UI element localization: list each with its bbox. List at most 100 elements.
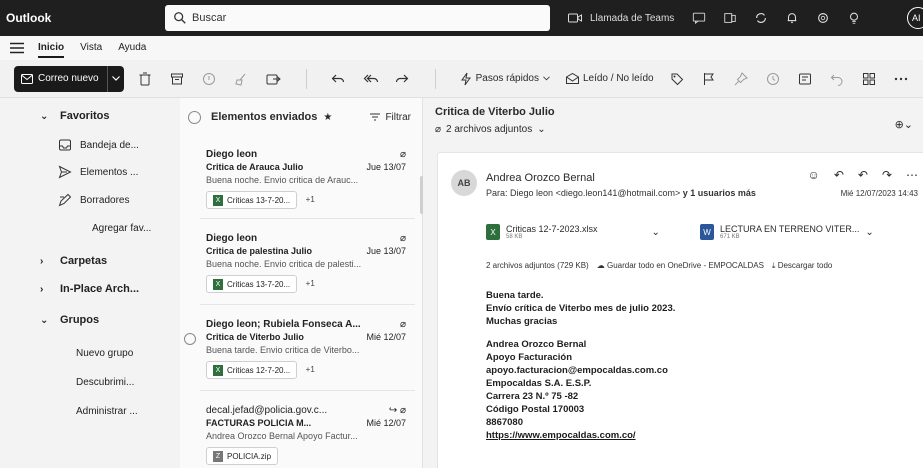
to-prefix: Para:	[486, 188, 508, 198]
excel-icon: X	[213, 364, 223, 376]
zip-icon: Z	[213, 450, 223, 462]
reply-all-icon[interactable]: ↶	[858, 168, 868, 182]
quick-steps-button[interactable]: Pasos rápidos	[460, 72, 550, 86]
signature-line: Empocaldas S.A. E.S.P.	[486, 378, 592, 389]
tag-icon[interactable]	[670, 71, 686, 87]
star-icon[interactable]: ★	[323, 112, 332, 123]
lightbulb-icon[interactable]	[847, 11, 861, 25]
discover-groups-link[interactable]: Descubrimi...	[0, 377, 134, 388]
groups-section[interactable]: ⌄ Grupos	[0, 314, 99, 326]
more-attachments[interactable]: +1	[306, 195, 315, 204]
teams-icon[interactable]	[723, 11, 737, 25]
new-mail-main[interactable]: Correo nuevo	[14, 65, 108, 92]
folder-label: Elementos ...	[80, 166, 139, 178]
new-mail-button[interactable]: Correo nuevo	[14, 65, 124, 92]
forward-icon[interactable]: ↷	[882, 168, 892, 182]
flag-icon[interactable]	[702, 71, 718, 87]
app-name[interactable]: Outlook	[0, 11, 165, 25]
folder-label: Bandeja de...	[80, 139, 139, 151]
sender-avatar[interactable]: AB	[451, 170, 477, 196]
undo-icon[interactable]	[830, 71, 846, 87]
gear-icon[interactable]	[816, 11, 830, 25]
search-input[interactable]: Buscar	[165, 5, 550, 31]
excel-icon: X	[486, 224, 500, 240]
new-group-link[interactable]: Nuevo grupo	[0, 348, 133, 359]
tab-vista[interactable]: Vista	[80, 36, 102, 60]
sweep-icon[interactable]	[234, 71, 250, 87]
hamburger-icon[interactable]	[10, 42, 24, 54]
folders-label: Carpetas	[60, 255, 108, 267]
chevron-right-icon: ›	[40, 255, 44, 267]
list-item[interactable]: Diego leon ⌀ Critica de palestina Julio J…	[206, 232, 406, 293]
more-options-icon[interactable]: ⋯	[906, 168, 918, 182]
folder-pane: ⌄ Favoritos Bandeja de... Elementos ... …	[0, 98, 180, 468]
body-line: Muchas gracias	[486, 316, 558, 327]
attachment-chip[interactable]: Z POLICIA.zip	[206, 447, 279, 465]
move-to-icon[interactable]	[266, 71, 282, 87]
attachment-card[interactable]: X Criticas 12-7-2023.xlsx 58 KB ⌄	[486, 217, 660, 247]
in-place-archive-section[interactable]: › In-Place Arch...	[0, 283, 139, 295]
chat-icon[interactable]	[692, 11, 706, 25]
pin-icon[interactable]	[734, 71, 750, 87]
attachments-summary[interactable]: ⌀ 2 archivos adjuntos ⌄	[435, 124, 546, 135]
select-all-checkbox[interactable]	[188, 110, 201, 124]
reply-all-icon[interactable]	[363, 71, 379, 87]
list-item[interactable]: Diego leon ⌀ Critica de Arauca Julio Jue …	[206, 148, 406, 209]
save-onedrive-button[interactable]: ☁ Guardar todo en OneDrive - EMPOCALDAS	[597, 261, 764, 271]
chevron-down-icon	[111, 76, 120, 81]
reply-icon[interactable]	[331, 71, 347, 87]
delete-icon[interactable]	[138, 71, 154, 87]
email-from[interactable]: Andrea Orozco Bernal	[486, 172, 595, 184]
attachment-chip[interactable]: X Criticas 13-7-20...	[206, 275, 298, 293]
snooze-icon[interactable]	[766, 71, 782, 87]
more-recipients[interactable]: y 1 usuarios más	[683, 188, 756, 198]
email-body: Buena tarde. Envío crítica de Viterbo me…	[486, 289, 675, 442]
folder-drafts[interactable]: Borradores	[0, 193, 129, 207]
emoji-icon[interactable]: ☺	[808, 168, 820, 182]
archive-icon[interactable]	[170, 71, 186, 87]
new-mail-dropdown[interactable]	[108, 66, 124, 92]
manage-groups-link[interactable]: Administrar ...	[0, 406, 138, 417]
message-preview: Buena noche. Envio critica de palesti...	[206, 259, 362, 269]
divider	[200, 218, 415, 219]
zoom-icon[interactable]: ⊕⌄	[895, 118, 913, 131]
message-list-header: Elementos enviados ★ Filtrar	[180, 98, 423, 136]
teams-call-button[interactable]: Llamada de Teams	[568, 13, 674, 24]
sync-icon[interactable]	[754, 11, 768, 25]
folder-inbox[interactable]: Bandeja de...	[0, 138, 139, 152]
apps-icon[interactable]	[862, 71, 878, 87]
chevron-down-icon[interactable]: ⌄	[652, 227, 660, 238]
to-recipient[interactable]: Diego leon <diego.leon141@hotmail.com>	[510, 188, 680, 198]
attachment-chip[interactable]: X Criticas 12-7-20...	[206, 361, 298, 379]
more-attachments[interactable]: +1	[306, 279, 315, 288]
message-select-checkbox[interactable]	[184, 333, 196, 345]
attachment-card[interactable]: W LECTURA EN TERRENO VITER... 671 KB ⌄	[700, 217, 874, 247]
add-favorite-link[interactable]: Agregar fav...	[0, 223, 151, 234]
list-item-selected[interactable]: Diego leon; Rubiela Fonseca A... ⌀ Criti…	[206, 318, 406, 379]
account-avatar[interactable]: AI	[907, 7, 923, 29]
folders-section[interactable]: › Carpetas	[0, 255, 107, 267]
more-attachments[interactable]: +1	[306, 365, 315, 374]
attachment-chip[interactable]: X Criticas 13-7-20...	[206, 191, 298, 209]
signature-line: 8867080	[486, 417, 523, 428]
read-unread-button[interactable]: Leído / No leído	[565, 73, 654, 84]
list-item[interactable]: decal.jefad@policia.gov.c... ↪ ⌀ FACTURA…	[206, 404, 406, 465]
tab-ayuda[interactable]: Ayuda	[118, 36, 146, 60]
website-link[interactable]: https://www.empocaldas.com.co/	[486, 429, 675, 442]
download-all-button[interactable]: ⤓ Descargar todo	[772, 261, 832, 271]
chevron-down-icon[interactable]: ⌄	[865, 227, 873, 238]
bell-icon[interactable]	[785, 11, 799, 25]
reply-icon[interactable]: ↶	[834, 168, 844, 182]
attachments-total: 2 archivos adjuntos (729 KB)	[486, 261, 589, 270]
favorites-section[interactable]: ⌄ Favoritos	[0, 110, 110, 122]
rules-icon[interactable]	[798, 71, 814, 87]
excel-icon: X	[213, 278, 223, 290]
tab-inicio[interactable]: Inicio	[38, 36, 65, 60]
filter-button[interactable]: Filtrar	[370, 112, 411, 123]
folder-sent[interactable]: Elementos ...	[0, 165, 138, 179]
more-options-icon[interactable]	[894, 71, 910, 87]
report-icon[interactable]	[202, 71, 218, 87]
message-date: Mié 12/07	[366, 332, 406, 342]
forward-icon[interactable]	[395, 71, 411, 87]
message-preview: Buena noche. Envio critica de Arauc...	[206, 175, 359, 185]
